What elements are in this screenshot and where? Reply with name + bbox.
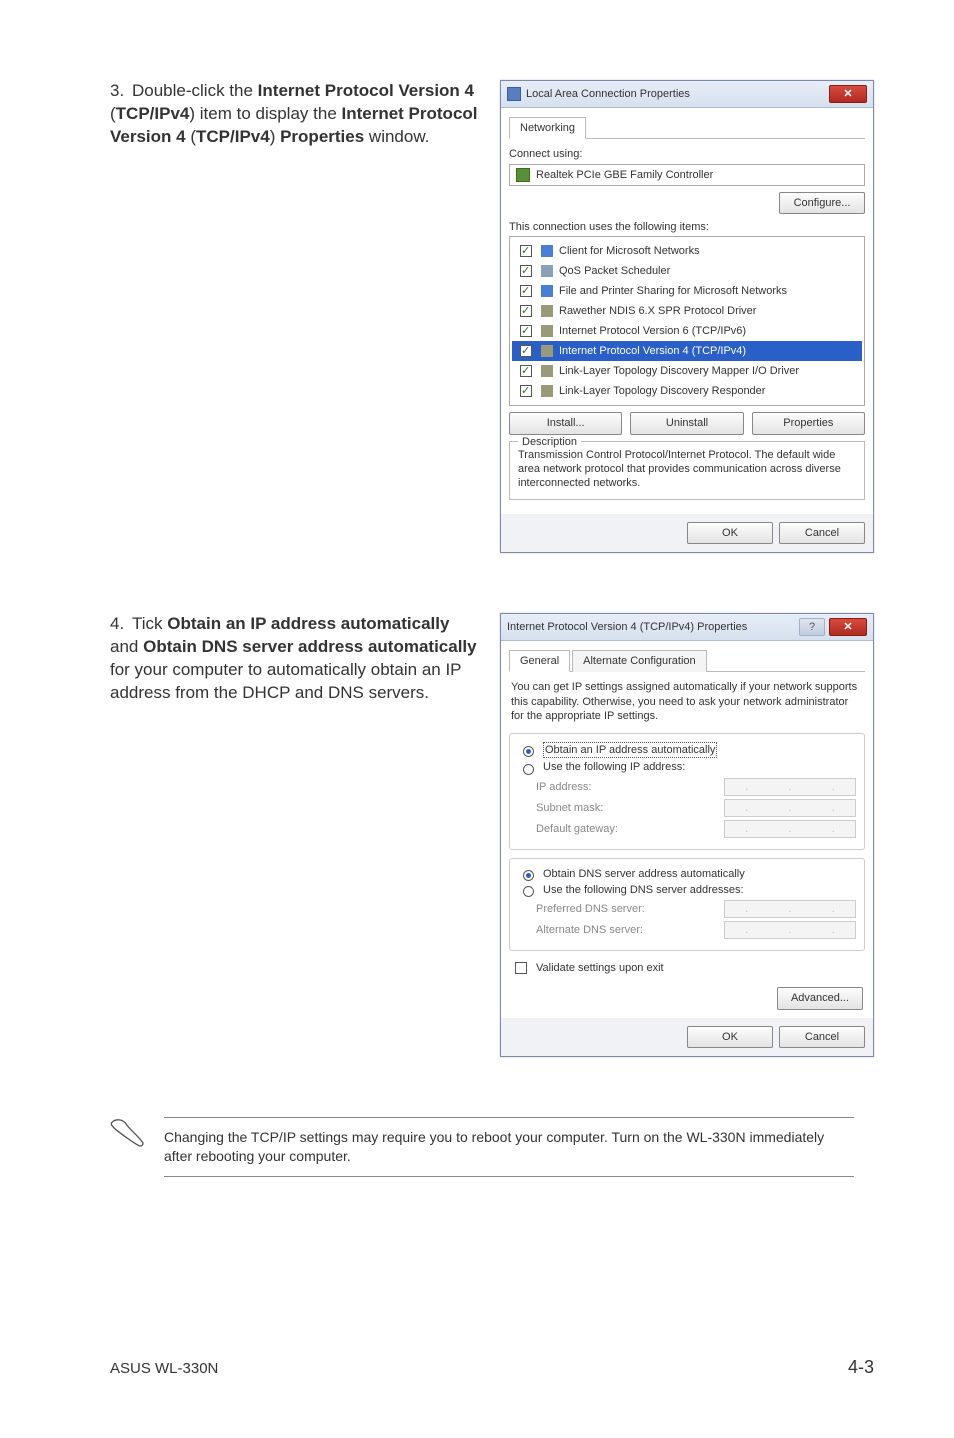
checkbox[interactable] xyxy=(520,245,532,257)
step4-text: 4.Tick Obtain an IP address automaticall… xyxy=(110,613,480,1057)
page-footer: ASUS WL-330N 4-3 xyxy=(110,1357,874,1378)
titlebar: Internet Protocol Version 4 (TCP/IPv4) P… xyxy=(501,614,873,641)
properties-button[interactable]: Properties xyxy=(752,412,865,434)
close-icon[interactable]: ✕ xyxy=(829,618,867,636)
subnet-field: ... xyxy=(724,799,856,817)
ip-address-field: ... xyxy=(724,778,856,796)
step4-num: 4. xyxy=(110,613,132,636)
adapter-name: Realtek PCIe GBE Family Controller xyxy=(536,168,713,182)
dialog-title: Internet Protocol Version 4 (TCP/IPv4) P… xyxy=(507,620,747,634)
list-item: Link-Layer Topology Discovery Mapper I/O… xyxy=(512,361,862,381)
description-text: Transmission Control Protocol/Internet P… xyxy=(518,449,841,490)
network-adapter-icon xyxy=(516,168,530,182)
ok-button[interactable]: OK xyxy=(687,522,773,544)
dns-radio-group: Obtain DNS server address automatically … xyxy=(509,858,865,952)
step3-num: 3. xyxy=(110,80,132,103)
note-box: Changing the TCP/IP settings may require… xyxy=(110,1117,874,1177)
ip-address-label: IP address: xyxy=(536,780,591,794)
ipv4-properties-dialog: Internet Protocol Version 4 (TCP/IPv4) P… xyxy=(500,613,874,1057)
tabs: General Alternate Configuration xyxy=(509,649,865,672)
advanced-button[interactable]: Advanced... xyxy=(777,987,863,1009)
titlebar: Local Area Connection Properties ✕ xyxy=(501,81,873,108)
scheduler-icon xyxy=(541,265,553,277)
list-item-selected: Internet Protocol Version 4 (TCP/IPv4) xyxy=(512,341,862,361)
radio-use-dns[interactable] xyxy=(523,886,534,897)
checkbox[interactable] xyxy=(520,365,532,377)
footer-product: ASUS WL-330N xyxy=(110,1360,218,1377)
list-item: Client for Microsoft Networks xyxy=(512,241,862,261)
dialog-title: Local Area Connection Properties xyxy=(526,87,690,101)
checkbox[interactable] xyxy=(520,325,532,337)
validate-label: Validate settings upon exit xyxy=(536,961,664,975)
items-list[interactable]: Client for Microsoft Networks QoS Packet… xyxy=(509,236,865,406)
tab-alternate[interactable]: Alternate Configuration xyxy=(572,650,707,672)
alt-dns-label: Alternate DNS server: xyxy=(536,923,643,937)
validate-checkbox[interactable] xyxy=(515,962,527,974)
subnet-label: Subnet mask: xyxy=(536,801,603,815)
cancel-button[interactable]: Cancel xyxy=(779,1026,865,1048)
checkbox[interactable] xyxy=(520,385,532,397)
checkbox[interactable] xyxy=(520,285,532,297)
checkbox[interactable] xyxy=(520,305,532,317)
close-icon[interactable]: ✕ xyxy=(829,85,867,103)
pref-dns-label: Preferred DNS server: xyxy=(536,902,645,916)
tabs: Networking xyxy=(509,116,865,139)
uninstall-button[interactable]: Uninstall xyxy=(630,412,743,434)
description-group: Description Transmission Control Protoco… xyxy=(509,441,865,500)
ok-button[interactable]: OK xyxy=(687,1026,773,1048)
client-icon xyxy=(541,245,553,257)
protocol-icon xyxy=(541,305,553,317)
protocol-icon xyxy=(541,365,553,377)
checkbox[interactable] xyxy=(520,345,532,357)
description-label: Description xyxy=(518,435,581,449)
note-text: Changing the TCP/IP settings may require… xyxy=(164,1117,854,1177)
lan-properties-dialog: Local Area Connection Properties ✕ Netwo… xyxy=(500,80,874,553)
list-item: Rawether NDIS 6.X SPR Protocol Driver xyxy=(512,301,862,321)
list-item: Link-Layer Topology Discovery Responder xyxy=(512,381,862,401)
ip-radio-group: Obtain an IP address automatically Use t… xyxy=(509,733,865,850)
uses-label: This connection uses the following items… xyxy=(509,220,865,234)
protocol-icon xyxy=(541,385,553,397)
note-icon xyxy=(110,1117,146,1149)
gateway-label: Default gateway: xyxy=(536,822,618,836)
tab-general[interactable]: General xyxy=(509,650,570,672)
connect-using-label: Connect using: xyxy=(509,147,865,161)
radio-auto-dns[interactable] xyxy=(523,870,534,881)
page-number: 4-3 xyxy=(848,1357,874,1378)
radio-auto-ip[interactable] xyxy=(523,746,534,757)
ipv4-description: You can get IP settings assigned automat… xyxy=(511,680,863,723)
pref-dns-field: ... xyxy=(724,900,856,918)
list-item: Internet Protocol Version 6 (TCP/IPv6) xyxy=(512,321,862,341)
window-icon xyxy=(507,87,521,101)
adapter-field: Realtek PCIe GBE Family Controller xyxy=(509,164,865,186)
protocol-icon xyxy=(541,325,553,337)
help-icon[interactable]: ? xyxy=(799,618,825,636)
checkbox[interactable] xyxy=(520,265,532,277)
alt-dns-field: ... xyxy=(724,921,856,939)
protocol-icon xyxy=(541,345,553,357)
tab-networking[interactable]: Networking xyxy=(509,117,586,139)
configure-button[interactable]: Configure... xyxy=(779,192,865,214)
list-item: File and Printer Sharing for Microsoft N… xyxy=(512,281,862,301)
list-item: QoS Packet Scheduler xyxy=(512,261,862,281)
service-icon xyxy=(541,285,553,297)
radio-use-ip[interactable] xyxy=(523,764,534,775)
cancel-button[interactable]: Cancel xyxy=(779,522,865,544)
install-button[interactable]: Install... xyxy=(509,412,622,434)
gateway-field: ... xyxy=(724,820,856,838)
step3-text: 3.Double-click the Internet Protocol Ver… xyxy=(110,80,480,553)
